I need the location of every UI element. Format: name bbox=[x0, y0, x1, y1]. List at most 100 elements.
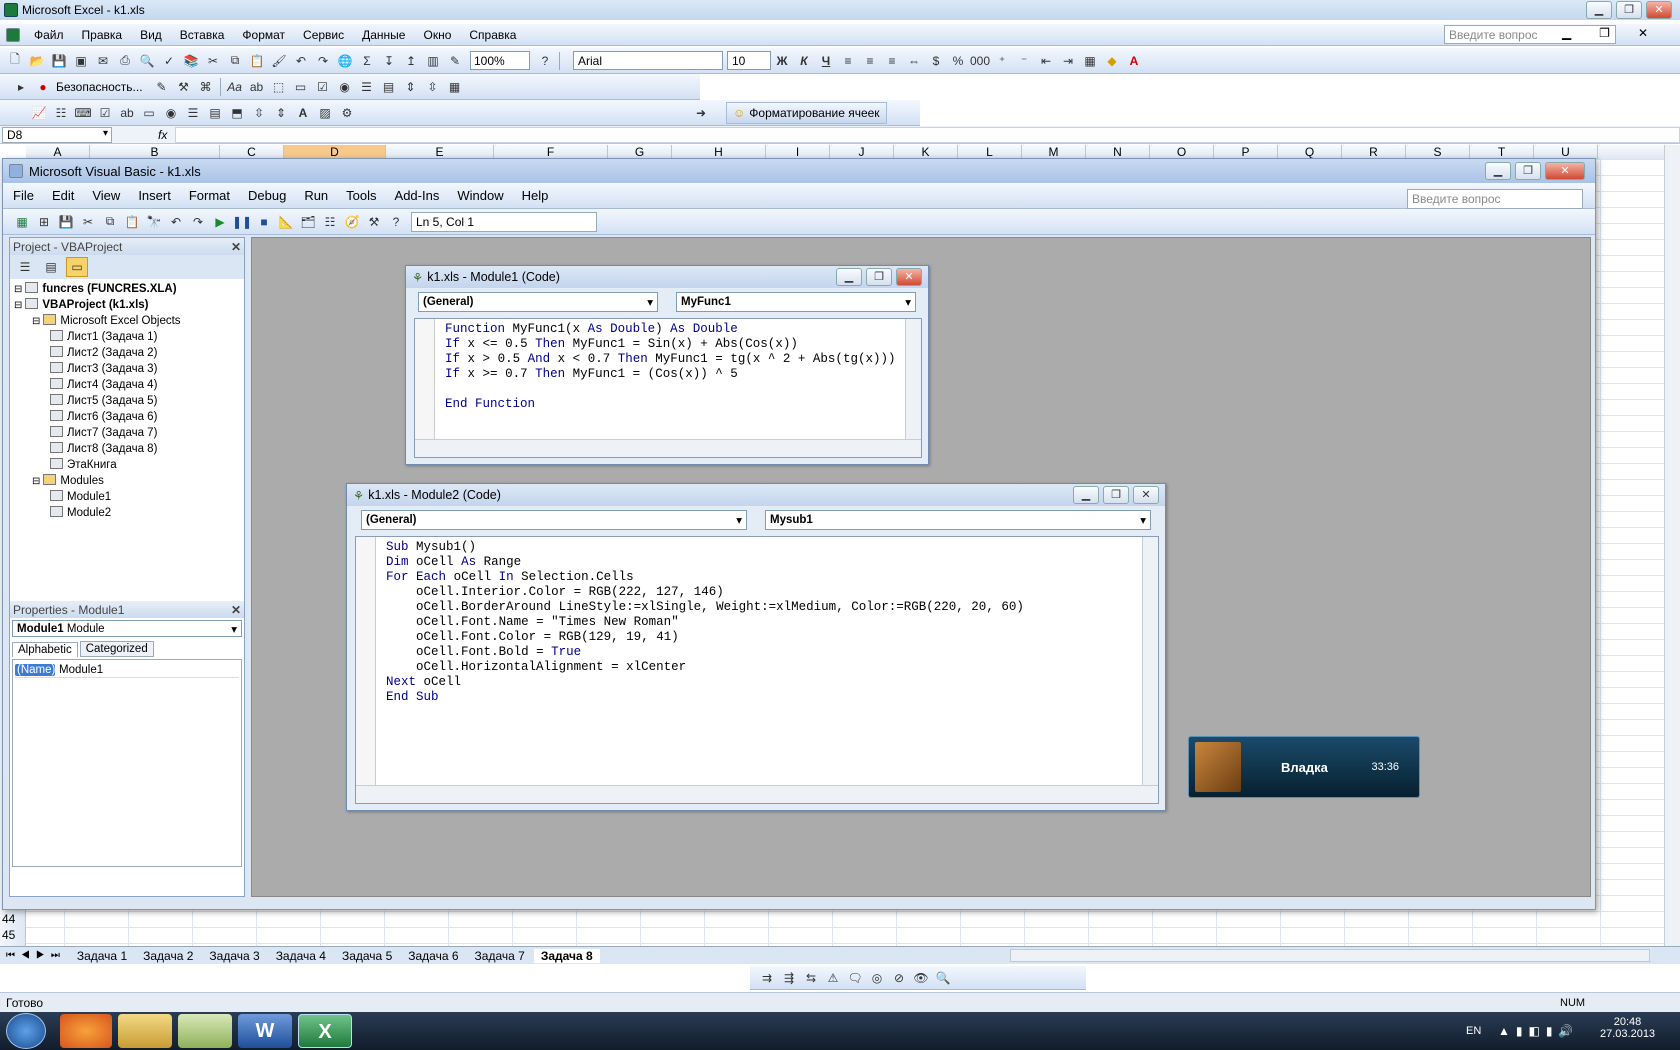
code-line[interactable]: End Sub bbox=[386, 689, 1024, 704]
watch-window-icon[interactable]: 👁 bbox=[910, 968, 932, 988]
font-name-combo[interactable]: Arial bbox=[573, 51, 723, 70]
redo-icon[interactable]: ↷ bbox=[312, 51, 334, 71]
option-button-icon[interactable]: ◉ bbox=[160, 103, 182, 123]
firefox-taskbar-icon[interactable] bbox=[60, 1014, 112, 1048]
object-browser-icon[interactable]: 🧭 bbox=[341, 212, 363, 232]
font-size-combo[interactable]: 10 bbox=[727, 51, 771, 70]
decrease-indent-icon[interactable]: ⇤ bbox=[1035, 51, 1057, 71]
groupbox-icon[interactable]: ⬚ bbox=[268, 77, 290, 97]
module2-code[interactable]: Sub Mysub1() Dim oCell As Range For Each o… bbox=[386, 539, 1024, 704]
tab-categorized[interactable]: Categorized bbox=[79, 641, 154, 657]
drawing-icon[interactable]: ✎ bbox=[444, 51, 466, 71]
restore-icon[interactable]: ❐ bbox=[1616, 1, 1642, 19]
print-icon[interactable]: ⎙ bbox=[114, 51, 136, 71]
new-icon[interactable]: 🗋 bbox=[4, 51, 26, 71]
autosum-icon[interactable]: Σ bbox=[356, 51, 378, 71]
module1-procedure-combo[interactable]: MyFunc1 bbox=[676, 292, 916, 312]
menu-insert[interactable]: Вставка bbox=[180, 28, 225, 42]
sheet-tab[interactable]: Задача 7 bbox=[468, 949, 532, 963]
vbe-menu-format[interactable]: Format bbox=[189, 188, 230, 203]
remove-arrows-icon[interactable]: ⇆ bbox=[800, 968, 822, 988]
sheet-tab[interactable]: Задача 3 bbox=[202, 949, 266, 963]
explorer-taskbar-icon[interactable] bbox=[118, 1014, 172, 1048]
textbox-control-icon[interactable]: ab bbox=[246, 77, 268, 97]
control-toolbox-icon[interactable]: ⚒ bbox=[173, 77, 195, 97]
vbe-menu-edit[interactable]: Edit bbox=[52, 188, 74, 203]
property-row-name[interactable]: (Name) Module1 bbox=[15, 662, 239, 678]
column-header[interactable]: I bbox=[766, 145, 830, 159]
trace-error-icon[interactable]: ⚠ bbox=[822, 968, 844, 988]
column-header[interactable]: O bbox=[1150, 145, 1214, 159]
properties-window-icon[interactable]: ☷ bbox=[319, 212, 341, 232]
toolbox-icon[interactable]: ⚒ bbox=[363, 212, 385, 232]
code-line[interactable]: Dim oCell As Range bbox=[386, 554, 1024, 569]
column-header[interactable]: L bbox=[958, 145, 1022, 159]
label-icon[interactable]: A bbox=[292, 103, 314, 123]
code-line[interactable]: oCell.Font.Bold = True bbox=[386, 644, 1024, 659]
run-sub-icon[interactable]: ▶ bbox=[209, 212, 231, 232]
cut-icon[interactable]: ✂ bbox=[202, 51, 224, 71]
column-header[interactable]: C bbox=[220, 145, 284, 159]
notes-taskbar-icon[interactable] bbox=[178, 1014, 232, 1048]
tree-item[interactable]: Лист4 (Задача 4) bbox=[14, 377, 244, 393]
align-right-icon[interactable]: ≡ bbox=[881, 51, 903, 71]
code-line[interactable]: Sub Mysub1() bbox=[386, 539, 1024, 554]
view-excel-icon[interactable]: ▦ bbox=[11, 212, 33, 232]
open-icon[interactable]: 📂 bbox=[26, 51, 48, 71]
sheet-tab[interactable]: Задача 6 bbox=[401, 949, 465, 963]
module1-vscroll[interactable] bbox=[905, 319, 921, 441]
format-painter-icon[interactable]: 🖌 bbox=[268, 51, 290, 71]
design-mode-vbe-icon[interactable]: 📐 bbox=[275, 212, 297, 232]
module2-object-combo[interactable]: (General) bbox=[361, 510, 747, 530]
break-icon[interactable]: ❚❚ bbox=[231, 212, 253, 232]
module2-procedure-combo[interactable]: Mysub1 bbox=[765, 510, 1151, 530]
taskbar-clock[interactable]: 20:48 27.03.2013 bbox=[1600, 1016, 1655, 1040]
start-button[interactable] bbox=[6, 1013, 46, 1049]
row-number-44[interactable]: 44 bbox=[2, 912, 15, 926]
expand-icon[interactable]: ⊟ bbox=[32, 316, 40, 327]
percent-icon[interactable]: % bbox=[947, 51, 969, 71]
vbe-menu-help[interactable]: Help bbox=[522, 188, 549, 203]
module2-close-icon[interactable]: ✕ bbox=[1133, 486, 1159, 504]
circle-invalid-icon[interactable]: ◎ bbox=[866, 968, 888, 988]
sheet-vertical-scrollbar[interactable] bbox=[1664, 145, 1680, 950]
tree-item[interactable]: Лист6 (Задача 6) bbox=[14, 409, 244, 425]
excel-taskbar-icon[interactable]: X bbox=[298, 1014, 352, 1048]
hyperlink-icon[interactable]: 🌐 bbox=[334, 51, 356, 71]
bold-button[interactable]: Ж bbox=[771, 51, 793, 71]
menu-view[interactable]: Вид bbox=[140, 28, 162, 42]
view-code-icon[interactable]: ⌨ bbox=[72, 103, 94, 123]
tree-item[interactable]: ⊟ VBAProject (k1.xls) bbox=[14, 297, 244, 313]
column-header[interactable]: Q bbox=[1278, 145, 1342, 159]
column-header[interactable]: P bbox=[1214, 145, 1278, 159]
module1-hscroll[interactable] bbox=[415, 439, 921, 457]
view-code-button-icon[interactable]: ☰ bbox=[14, 257, 36, 277]
vbe-save-icon[interactable]: 💾 bbox=[55, 212, 77, 232]
grid-toggle-icon[interactable]: ▦ bbox=[444, 77, 466, 97]
chart-icon[interactable]: 📈 bbox=[28, 103, 50, 123]
find-icon[interactable]: 🔭 bbox=[143, 212, 165, 232]
trace-dependents-icon[interactable]: ⇶ bbox=[778, 968, 800, 988]
toggle-folders-icon[interactable]: ▭ bbox=[66, 257, 88, 277]
module2-vscroll[interactable] bbox=[1142, 537, 1158, 787]
spelling-icon[interactable]: ✓ bbox=[158, 51, 180, 71]
tree-item[interactable]: Лист3 (Задача 3) bbox=[14, 361, 244, 377]
new-comment-icon[interactable]: 🗨 bbox=[844, 968, 866, 988]
arrow-right-icon[interactable]: ➜ bbox=[690, 103, 712, 123]
checkbox-icon[interactable]: ☑ bbox=[94, 103, 116, 123]
permission-icon[interactable]: ▣ bbox=[70, 51, 92, 71]
vbe-menu-insert[interactable]: Insert bbox=[138, 188, 171, 203]
trace-precedents-icon[interactable]: ⇉ bbox=[756, 968, 778, 988]
module1-object-combo[interactable]: (General) bbox=[418, 292, 658, 312]
menu-tools[interactable]: Сервис bbox=[303, 28, 344, 42]
column-header[interactable]: T bbox=[1470, 145, 1534, 159]
security-button[interactable]: Безопасность... bbox=[56, 80, 143, 94]
sheet-tab[interactable]: Задача 2 bbox=[136, 949, 200, 963]
insert-module-icon[interactable]: ⊞ bbox=[33, 212, 55, 232]
expand-icon[interactable]: ⊟ bbox=[14, 284, 22, 295]
combobox-control-icon[interactable]: ▤ bbox=[378, 77, 400, 97]
undo-icon[interactable]: ↶ bbox=[290, 51, 312, 71]
email-icon[interactable]: ✉ bbox=[92, 51, 114, 71]
excel-doc-icon[interactable] bbox=[6, 27, 20, 42]
format-cells-button[interactable]: ☺ Форматирование ячеек bbox=[726, 102, 887, 124]
